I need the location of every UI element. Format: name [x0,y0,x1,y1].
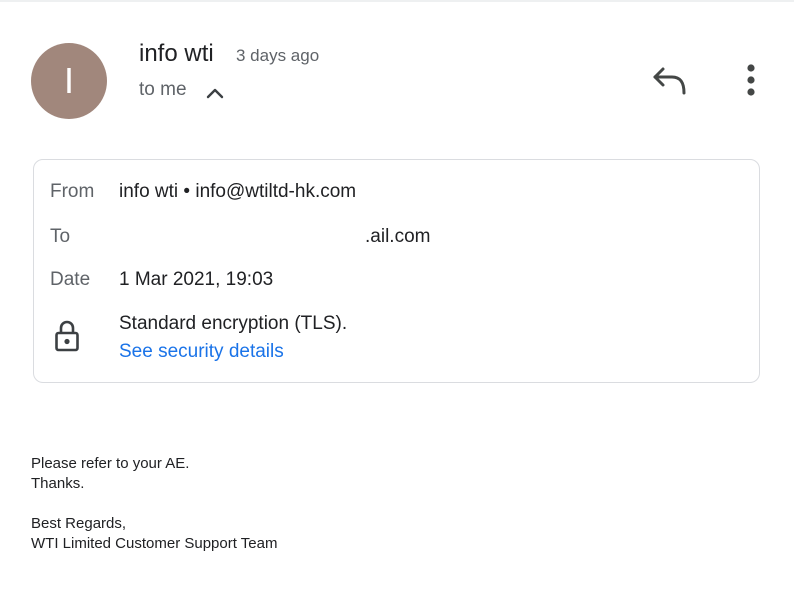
more-vert-icon [747,64,755,96]
sender-name[interactable]: info wti [139,40,214,68]
top-divider [0,0,794,2]
more-options-button[interactable] [738,62,764,98]
body-line-1: Please refer to your AE. [31,455,190,472]
to-value: .ail.com [365,226,431,247]
recipient-summary[interactable]: to me [139,79,187,101]
encryption-text: Standard encryption (TLS). [119,313,348,334]
avatar-letter: I [63,60,74,101]
date-label: Date [50,269,91,290]
from-value: info wti • info@wtiltd-hk.com [119,181,357,202]
from-label: From [50,181,95,202]
reply-icon [653,67,686,95]
body-line-4: WTI Limited Customer Support Team [31,535,278,552]
message-time: 3 days ago [236,46,320,65]
security-details-link[interactable]: See security details [119,341,284,363]
date-value: 1 Mar 2021, 19:03 [119,269,274,290]
body-line-3: Best Regards, [31,515,127,532]
body-line-2: Thanks. [31,475,85,492]
reply-button[interactable] [650,62,690,98]
to-label: To [50,226,71,247]
avatar[interactable]: I [31,43,107,119]
lock-icon [55,320,79,352]
chevron-up-icon[interactable] [203,81,227,105]
